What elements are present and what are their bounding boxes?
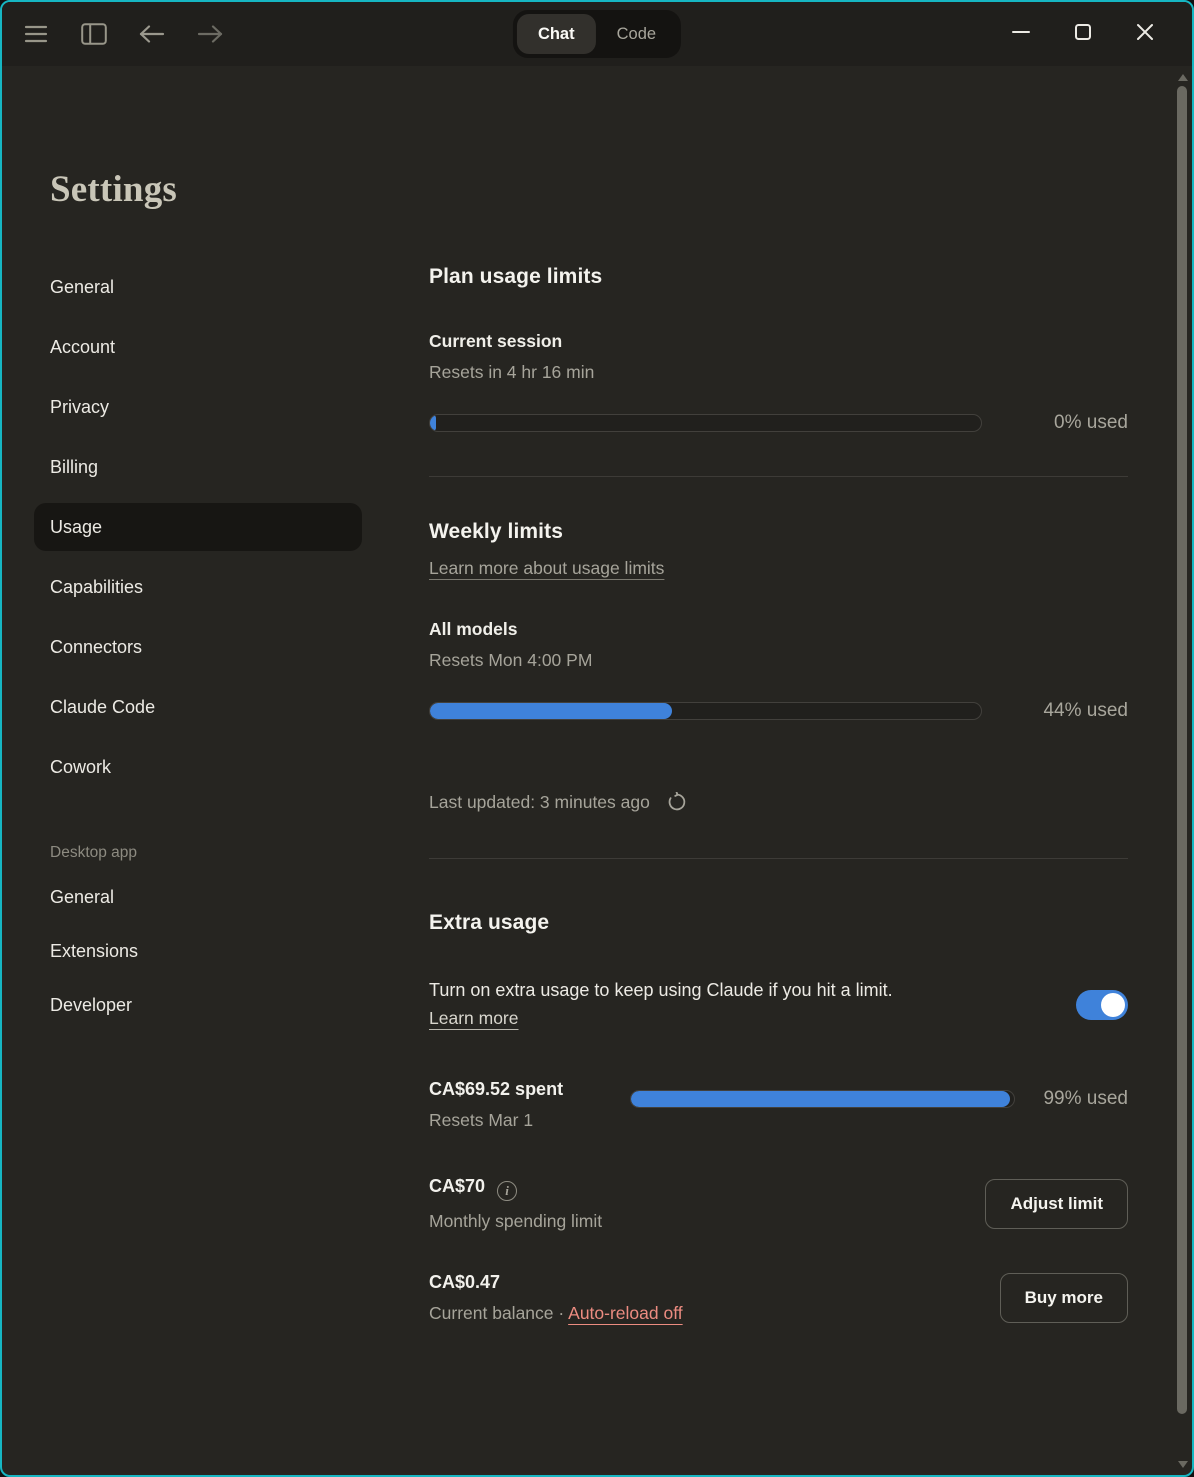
sidebar-item-developer[interactable]: Developer xyxy=(34,983,362,1027)
balance-label-row: Current balance · Auto-reload off xyxy=(429,1303,683,1324)
balance-separator: · xyxy=(558,1303,564,1323)
all-models-usage-row: 44% used xyxy=(429,700,1128,722)
maximize-button[interactable] xyxy=(1066,17,1100,51)
extra-usage-toggle[interactable] xyxy=(1076,990,1128,1020)
toggle-knob xyxy=(1101,993,1125,1017)
last-updated-row: Last updated: 3 minutes ago xyxy=(429,792,1128,817)
usage-panel: Plan usage limits Current session Resets… xyxy=(398,66,1192,1477)
current-session-usage-row: 0% used xyxy=(429,412,1128,434)
balance-row: CA$0.47 Current balance · Auto-reload of… xyxy=(429,1272,1128,1324)
sidebar-item-billing[interactable]: Billing xyxy=(34,443,362,491)
balance-amount: CA$0.47 xyxy=(429,1272,683,1293)
scroll-up-arrow[interactable] xyxy=(1175,70,1190,84)
sidebar-item-connectors[interactable]: Connectors xyxy=(34,623,362,671)
all-models-progress-fill xyxy=(430,703,672,719)
close-icon xyxy=(1134,21,1156,48)
sidebar-panel-icon xyxy=(81,23,107,45)
last-updated-text: Last updated: 3 minutes ago xyxy=(429,792,650,812)
refresh-icon[interactable] xyxy=(667,796,687,816)
back-button[interactable] xyxy=(134,16,170,52)
sidebar-item-account[interactable]: Account xyxy=(34,323,362,371)
sidebar-item-privacy[interactable]: Privacy xyxy=(34,383,362,431)
toggle-sidebar-button[interactable] xyxy=(76,16,112,52)
app-window: Chat Code Settings xyxy=(0,0,1194,1477)
hamburger-menu-button[interactable] xyxy=(18,16,54,52)
minimize-button[interactable] xyxy=(1004,17,1038,51)
extra-usage-learn-more-link[interactable]: Learn more xyxy=(429,1008,519,1029)
sidebar-item-capabilities[interactable]: Capabilities xyxy=(34,563,362,611)
weekly-limits-heading: Weekly limits xyxy=(429,520,1128,544)
settings-sidebar: Settings General Account Privacy Billing… xyxy=(2,66,398,1477)
all-models-label: All models xyxy=(429,619,1128,640)
current-session-progress-fill xyxy=(430,415,436,431)
hamburger-icon xyxy=(24,24,48,44)
back-arrow-icon xyxy=(138,25,166,43)
spent-row: CA$69.52 spent Resets Mar 1 99% used xyxy=(429,1079,1128,1131)
current-session-label: Current session xyxy=(429,331,1128,352)
sidebar-item-extensions[interactable]: Extensions xyxy=(34,929,362,973)
sidebar-item-desktop-general[interactable]: General xyxy=(34,875,362,919)
close-button[interactable] xyxy=(1128,17,1162,51)
settings-nav: General Account Privacy Billing Usage Ca… xyxy=(34,263,398,1027)
section-divider xyxy=(429,858,1128,859)
extra-usage-description: Turn on extra usage to keep using Claude… xyxy=(429,980,893,1001)
spent-progress-fill xyxy=(631,1091,1010,1107)
forward-arrow-icon xyxy=(196,25,224,43)
tab-code[interactable]: Code xyxy=(596,14,677,54)
titlebar: Chat Code xyxy=(2,2,1192,66)
monthly-limit-amount: CA$70i xyxy=(429,1176,602,1201)
sidebar-item-cowork[interactable]: Cowork xyxy=(34,743,362,791)
maximize-icon xyxy=(1072,21,1094,48)
all-models-resets: Resets Mon 4:00 PM xyxy=(429,650,1128,671)
current-session-used-label: 0% used xyxy=(1054,412,1128,434)
all-models-progress-bar xyxy=(429,702,982,720)
desktop-app-section-label: Desktop app xyxy=(34,831,398,875)
balance-label: Current balance xyxy=(429,1303,554,1323)
extra-usage-toggle-row: Turn on extra usage to keep using Claude… xyxy=(429,980,1128,1029)
section-divider xyxy=(429,476,1128,477)
plan-usage-limits-heading: Plan usage limits xyxy=(429,265,1128,289)
adjust-limit-button[interactable]: Adjust limit xyxy=(985,1179,1128,1229)
sidebar-item-usage[interactable]: Usage xyxy=(34,503,362,551)
mode-switcher: Chat Code xyxy=(513,10,681,58)
info-icon[interactable]: i xyxy=(497,1181,517,1201)
minimize-icon xyxy=(1010,21,1032,48)
usage-limits-learn-more-link[interactable]: Learn more about usage limits xyxy=(429,558,664,579)
buy-more-button[interactable]: Buy more xyxy=(1000,1273,1128,1323)
sidebar-item-general[interactable]: General xyxy=(34,263,362,311)
scrollbar[interactable] xyxy=(1175,68,1190,1473)
spent-resets: Resets Mar 1 xyxy=(429,1110,630,1131)
scrollbar-thumb[interactable] xyxy=(1177,86,1187,1414)
auto-reload-link[interactable]: Auto-reload off xyxy=(568,1303,682,1323)
extra-usage-heading: Extra usage xyxy=(429,911,1128,935)
all-models-used-label: 44% used xyxy=(1043,700,1128,722)
monthly-limit-label: Monthly spending limit xyxy=(429,1211,602,1232)
tab-chat[interactable]: Chat xyxy=(517,14,596,54)
sidebar-item-claude-code[interactable]: Claude Code xyxy=(34,683,362,731)
scroll-down-arrow[interactable] xyxy=(1175,1457,1190,1471)
monthly-limit-row: CA$70i Monthly spending limit Adjust lim… xyxy=(429,1176,1128,1232)
current-session-progress-bar xyxy=(429,414,982,432)
forward-button[interactable] xyxy=(192,16,228,52)
spent-progress-bar xyxy=(630,1090,1015,1108)
spent-used-label: 99% used xyxy=(1043,1088,1128,1110)
page-title: Settings xyxy=(34,168,398,211)
current-session-resets: Resets in 4 hr 16 min xyxy=(429,362,1128,383)
spent-amount: CA$69.52 spent xyxy=(429,1079,630,1100)
